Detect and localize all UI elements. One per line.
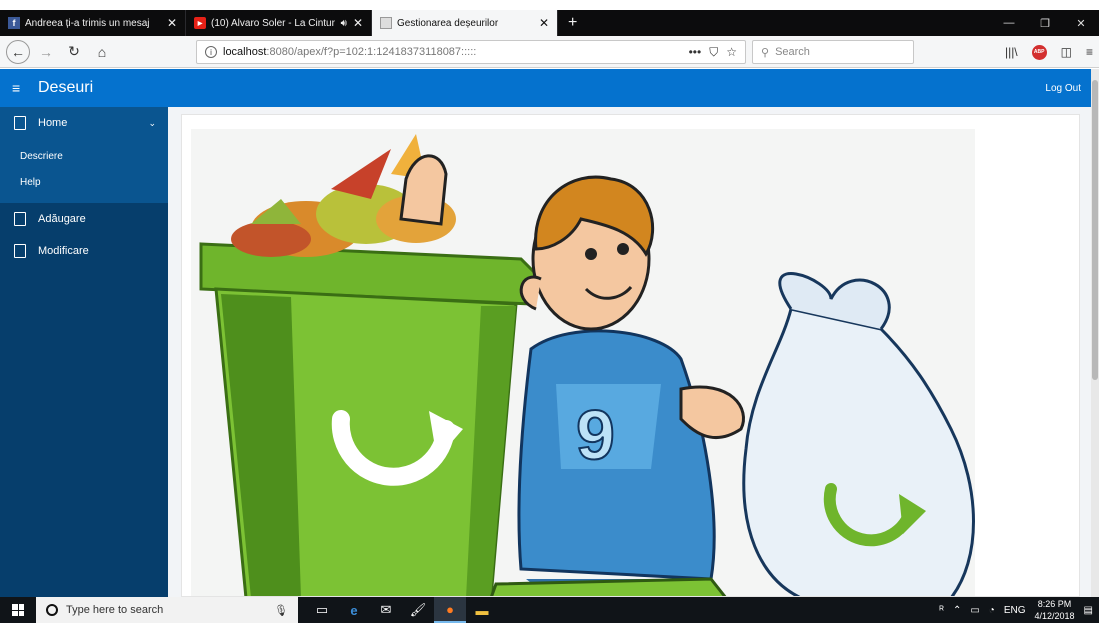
sidebar-submenu-home: Descriere Help — [0, 139, 168, 203]
firefox-icon[interactable]: ● — [434, 597, 466, 623]
library-icon[interactable]: |||\ — [1005, 45, 1018, 59]
browser-tab-bar: f Andreea ți-a trimis un mesaj ✕ ▶ (10) … — [0, 10, 1099, 36]
url-path: :8080/apex/f?p=102:1:12418373118087::::: — [266, 46, 477, 58]
youtube-icon: ▶ — [194, 17, 206, 29]
page-scrollbar[interactable] — [1091, 69, 1099, 597]
url-host: localhost — [223, 46, 267, 58]
document-icon — [14, 212, 26, 226]
home-button[interactable]: ⌂ — [90, 40, 114, 64]
adblock-icon[interactable]: ABP — [1031, 44, 1047, 60]
taskbar-apps: ▭ e ✉ 🖌︎ ● ▬ — [306, 597, 498, 623]
file-explorer-icon[interactable]: ▬ — [466, 597, 498, 623]
document-icon — [14, 244, 26, 258]
url-actions: ••• ⛉ ☆ — [689, 45, 737, 60]
sidebar-item-adaugare[interactable]: Adăugare — [0, 203, 168, 235]
browser-tab-youtube[interactable]: ▶ (10) Alvaro Soler - La Cintur 🔊︎ ✕ — [186, 10, 372, 36]
chevron-up-icon[interactable]: ⌃ — [953, 605, 961, 616]
sidebar-item-descriere[interactable]: Descriere — [0, 143, 168, 169]
sidebar: Home ⌄ Descriere Help Adăugare Modificar… — [0, 107, 168, 597]
tab-title: Gestionarea deșeurilor — [397, 17, 499, 29]
battery-icon[interactable]: ▭ — [970, 605, 979, 616]
content-region: 9 — [181, 114, 1080, 597]
tab-title: (10) Alvaro Soler - La Cintur — [211, 17, 335, 29]
wifi-icon[interactable]: ◔ — [989, 605, 995, 616]
document-icon — [14, 116, 26, 130]
clock-date: 4/12/2018 — [1034, 611, 1075, 621]
page-icon — [380, 17, 392, 29]
new-tab-button[interactable]: + — [558, 10, 587, 36]
close-window-icon[interactable]: ✕ — [1063, 10, 1099, 36]
reload-button[interactable]: ↻ — [62, 40, 86, 64]
mail-icon[interactable]: ✉ — [370, 597, 402, 623]
logout-link[interactable]: Log Out — [1045, 83, 1081, 94]
sidebar-item-label: Modificare — [38, 245, 89, 257]
action-center-icon[interactable]: ▤ — [1084, 605, 1093, 616]
sidebar-item-label: Adăugare — [38, 213, 86, 225]
search-icon: ⚲ — [761, 46, 770, 59]
facebook-icon: f — [8, 17, 20, 29]
sidebar-item-home[interactable]: Home ⌄ — [0, 107, 168, 139]
window-controls: — ❐ ✕ — [991, 10, 1099, 36]
minimize-icon[interactable]: — — [991, 10, 1027, 36]
browser-tab-facebook[interactable]: f Andreea ți-a trimis un mesaj ✕ — [0, 10, 186, 36]
forward-button[interactable]: → — [34, 40, 58, 64]
bookmark-star-icon[interactable]: ☆ — [726, 45, 737, 60]
jersey-number: 9 — [576, 396, 615, 474]
speaker-icon[interactable]: 🔊︎ — [341, 18, 347, 29]
toolbar-right: |||\ ABP ◫ ≡ — [1005, 40, 1093, 64]
sidebar-item-label: Home — [38, 117, 68, 129]
page-actions-icon[interactable]: ••• — [689, 45, 702, 60]
main-content: 9 — [168, 107, 1091, 597]
search-placeholder: Search — [775, 46, 810, 58]
menu-icon[interactable]: ≡ — [1086, 45, 1093, 59]
cortana-icon — [46, 604, 58, 616]
language-indicator[interactable]: ENG — [1004, 605, 1026, 616]
tab-title: Andreea ți-a trimis un mesaj — [25, 17, 150, 29]
pocket-icon[interactable]: ⛉ — [709, 45, 718, 60]
back-button[interactable]: ← — [6, 39, 30, 64]
sidebar-item-help[interactable]: Help — [0, 169, 168, 195]
browser-tab-gestionarea[interactable]: Gestionarea deșeurilor ✕ — [372, 10, 558, 36]
app-header: ≡ Deseuri Log Out — [0, 69, 1091, 107]
close-tab-icon[interactable]: ✕ — [353, 16, 363, 30]
chevron-down-icon[interactable]: ⌄ — [148, 118, 156, 129]
search-input[interactable]: ⚲ Search — [752, 40, 914, 64]
edge-icon[interactable]: e — [338, 597, 370, 623]
sidebar-item-modificare[interactable]: Modificare — [0, 235, 168, 267]
windows-taskbar: Type here to search 🎙︎ ▭ e ✉ 🖌︎ ● ▬ ᴿ ⌃ … — [0, 597, 1099, 623]
app-title[interactable]: Deseuri — [38, 79, 93, 97]
restore-icon[interactable]: ❐ — [1027, 10, 1063, 36]
scrollbar-thumb[interactable] — [1092, 80, 1098, 380]
green-bin — [199, 242, 538, 596]
clock-time: 8:26 PM — [1037, 599, 1072, 609]
info-icon[interactable]: i — [205, 46, 217, 58]
clock[interactable]: 8:26 PM 4/12/2018 — [1035, 598, 1075, 622]
top-strip — [0, 0, 1099, 10]
recycling-illustration: 9 — [191, 129, 975, 596]
windows-logo-icon — [12, 604, 24, 616]
close-tab-icon[interactable]: ✕ — [539, 16, 549, 30]
taskbar-search-input[interactable]: Type here to search 🎙︎ — [36, 597, 298, 623]
sidebar-toggle-icon[interactable]: ◫ — [1061, 45, 1072, 59]
start-button[interactable] — [0, 597, 36, 623]
taskbar-search-placeholder: Type here to search — [66, 604, 164, 616]
microphone-icon[interactable]: 🎙︎ — [274, 604, 288, 617]
system-tray: ᴿ ⌃ ▭ ◔ ENG 8:26 PM 4/12/2018 ▤ — [939, 598, 1099, 622]
task-view-icon[interactable]: ▭ — [306, 597, 338, 623]
url-bar[interactable]: i localhost :8080/apex/f?p=102:1:1241837… — [196, 40, 746, 64]
hamburger-menu-icon[interactable]: ≡ — [12, 80, 26, 96]
paint-icon[interactable]: 🖌︎ — [402, 597, 434, 623]
browser-nav-bar: ← → ↻ ⌂ i localhost :8080/apex/f?p=102:1… — [0, 36, 1099, 68]
close-tab-icon[interactable]: ✕ — [167, 16, 177, 30]
people-icon[interactable]: ᴿ — [939, 605, 944, 616]
